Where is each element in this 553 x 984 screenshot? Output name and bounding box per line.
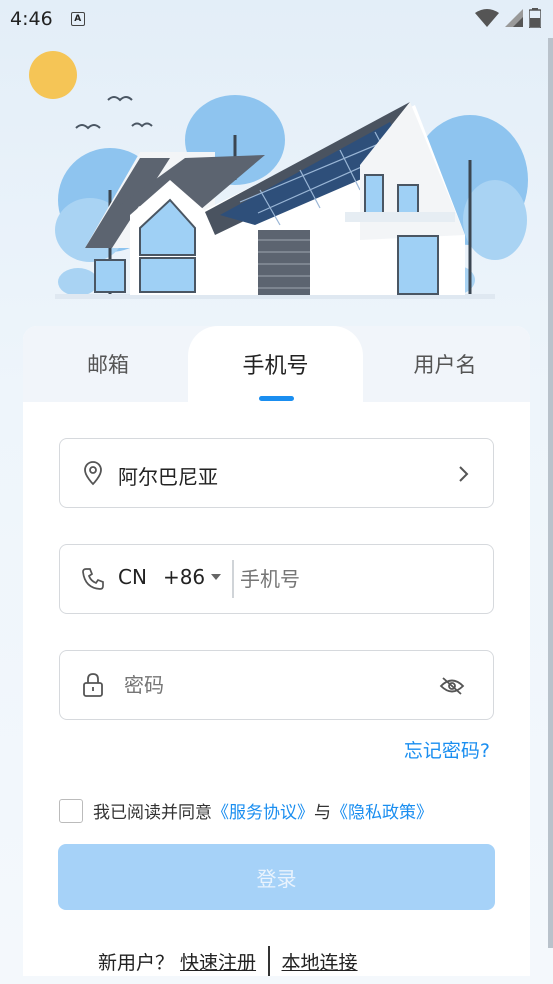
status-icons xyxy=(475,8,541,28)
phone-field: CN +86 xyxy=(59,544,494,614)
agreement-checkbox[interactable] xyxy=(59,798,83,823)
tab-phone[interactable]: 手机号 xyxy=(188,326,363,402)
eye-hidden-icon[interactable] xyxy=(439,676,465,696)
tab-username[interactable]: 用户名 xyxy=(360,326,530,402)
wifi-icon xyxy=(475,9,499,27)
footer-links: 新用户？ 快速注册 本地连接 xyxy=(98,946,358,976)
forgot-password-link[interactable]: 忘记密码? xyxy=(404,736,490,763)
quick-register-link[interactable]: 快速注册 xyxy=(180,948,256,975)
login-card: 邮箱 手机号 用户名 阿尔巴尼亚 CN +86 手机号 忘记密码? 我已阅读并同… xyxy=(23,326,530,976)
region-selector[interactable]: 阿尔巴尼亚 xyxy=(59,438,494,508)
phone-divider xyxy=(232,560,234,598)
phone-input[interactable] xyxy=(240,561,480,597)
status-time: 4:46 xyxy=(10,8,53,30)
lock-icon xyxy=(83,673,103,697)
footer-divider xyxy=(268,946,270,976)
dial-code: +86 xyxy=(162,565,206,589)
password-field xyxy=(59,650,494,720)
password-input[interactable] xyxy=(124,667,424,703)
service-agreement-link[interactable]: 《服务协议》 xyxy=(212,798,314,823)
phone-icon xyxy=(82,568,104,590)
local-connect-link[interactable]: 本地连接 xyxy=(282,948,358,975)
login-button[interactable]: 登录 xyxy=(58,844,495,910)
battery-icon xyxy=(529,8,541,28)
chevron-right-icon xyxy=(459,466,469,482)
agreement-conjunction: 与 xyxy=(314,803,331,823)
login-tabs: 邮箱 手机号 用户名 xyxy=(23,326,530,404)
caret-down-icon xyxy=(211,574,222,580)
country-code-label: CN xyxy=(118,565,147,589)
agreement-row: 我已阅读并同意 《服务协议》 与 《隐私政策》 xyxy=(59,798,433,823)
active-tab-indicator xyxy=(259,396,294,401)
new-user-label: 新用户？ xyxy=(98,951,175,974)
country-code-selector[interactable]: CN +86 xyxy=(118,565,223,589)
tab-email[interactable]: 邮箱 xyxy=(23,326,193,402)
privacy-policy-link[interactable]: 《隐私政策》 xyxy=(331,798,433,823)
agreement-prefix: 我已阅读并同意 xyxy=(93,803,212,823)
notification-icon: A xyxy=(70,12,85,26)
region-value: 阿尔巴尼亚 xyxy=(118,465,218,489)
house-illustration xyxy=(29,51,528,299)
status-bar: 4:46 A xyxy=(0,0,553,38)
sun-icon xyxy=(29,51,77,99)
location-pin-icon xyxy=(84,461,102,486)
signal-icon xyxy=(505,9,523,27)
